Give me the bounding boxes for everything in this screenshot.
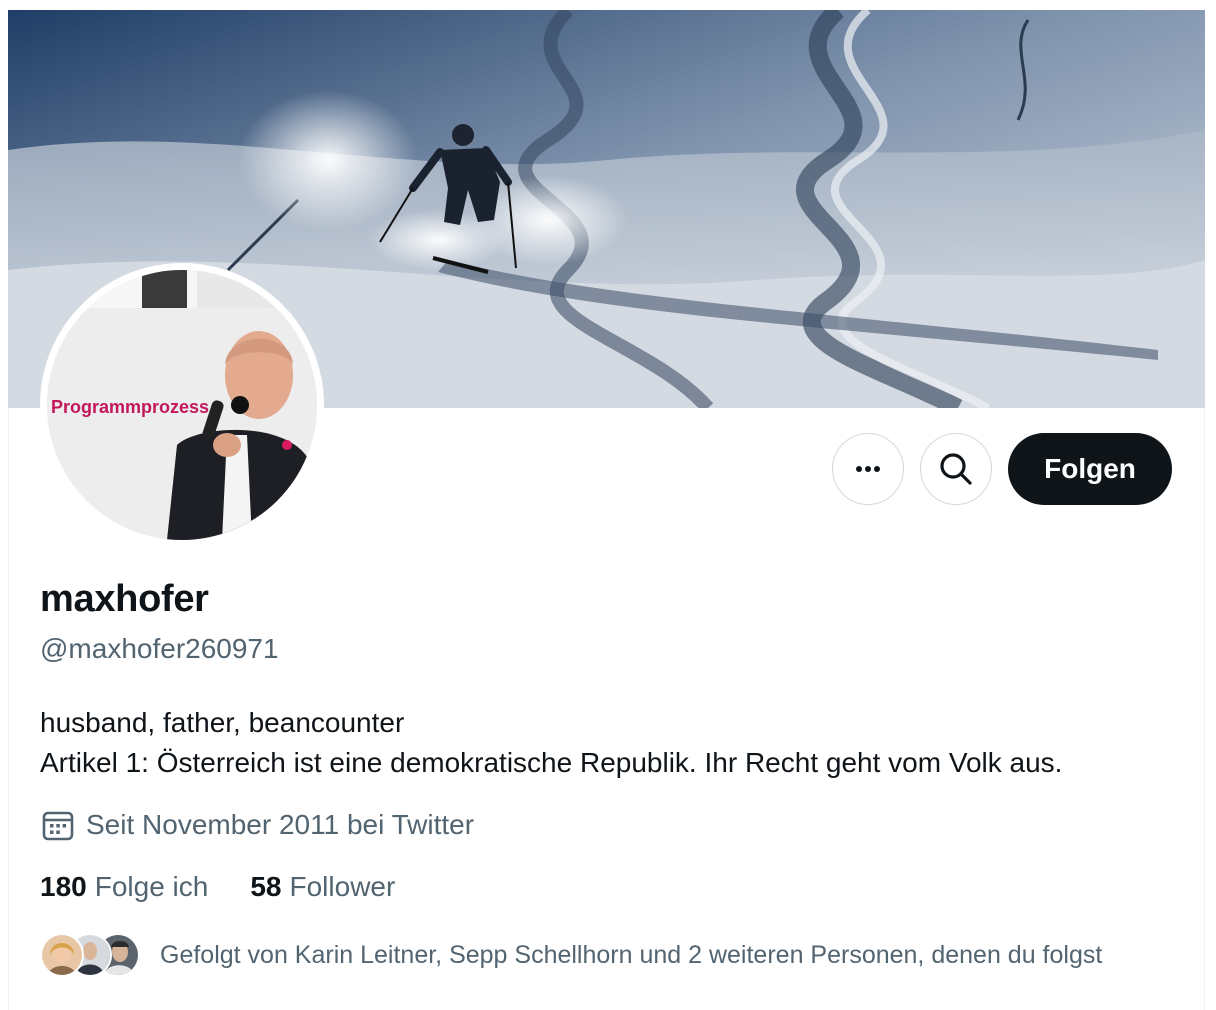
- profile-stats: 180 Folge ich 58 Follower: [40, 871, 437, 903]
- follow-button[interactable]: Folgen: [1008, 433, 1172, 505]
- search-icon: [940, 453, 972, 485]
- follower-avatar: [40, 933, 84, 977]
- following-link[interactable]: 180 Folge ich: [40, 871, 208, 903]
- following-label: Folge ich: [94, 871, 209, 902]
- profile-avatar[interactable]: Programmprozess: [40, 263, 324, 547]
- search-button[interactable]: [920, 433, 992, 505]
- calendar-icon: [42, 811, 74, 841]
- more-button[interactable]: [832, 433, 904, 505]
- followers-label: Follower: [289, 871, 396, 902]
- display-name: maxhofer: [40, 578, 209, 620]
- profile-bio: husband, father, beancounter Artikel 1: …: [40, 703, 1062, 783]
- followed-by-avatars: [40, 931, 140, 979]
- avatar-sign-text: Programmprozess: [51, 397, 209, 417]
- followed-by-text: Gefolgt von Karin Leitner, Sepp Schellho…: [160, 940, 1103, 969]
- bio-line: Artikel 1: Österreich ist eine demokrati…: [40, 747, 1063, 778]
- bio-line: husband, father, beancounter: [40, 707, 405, 738]
- more-horizontal-icon: [856, 466, 880, 472]
- join-date: Seit November 2011 bei Twitter: [40, 807, 474, 843]
- followers-link[interactable]: 58 Follower: [250, 871, 395, 903]
- followers-count: 58: [250, 871, 282, 902]
- user-handle: @maxhofer260971: [40, 633, 279, 664]
- join-date-text: Seit November 2011 bei Twitter: [86, 809, 475, 840]
- followed-by-link[interactable]: Gefolgt von Karin Leitner, Sepp Schellho…: [40, 930, 1102, 980]
- avatar-photo: Programmprozess: [47, 270, 317, 540]
- following-count: 180: [40, 871, 87, 902]
